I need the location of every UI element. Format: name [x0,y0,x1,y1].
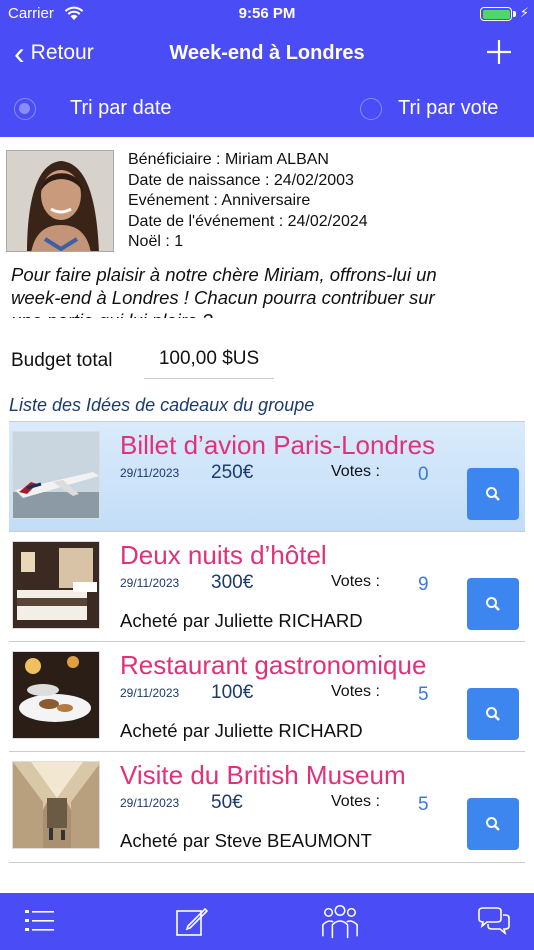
votes-count: 5 [418,794,429,815]
votes-label: Votes : [331,573,380,590]
back-label: Retour [30,41,94,64]
hotel-room-photo [12,541,100,629]
group-icon[interactable] [320,903,360,939]
beneficiary-name: Bénéficiaire : Miriam ALBAN [128,151,329,168]
gift-details-button[interactable] [467,468,519,520]
gift-row[interactable]: Deux nuits d’hôtel 29/11/2023 300€ Votes… [9,531,525,641]
sort-by-vote-option[interactable]: Tri par vote [360,97,498,120]
beneficiary-info: Bénéficiaire : Miriam ALBAN Date de nais… [128,150,368,253]
radio-selected-icon[interactable] [14,97,36,120]
gift-row[interactable]: Visite du British Museum 29/11/2023 50€ … [9,751,525,861]
event-type: Evénement : Anniversaire [128,192,311,209]
event-description: Pour faire plaisir à notre chère Miriam,… [11,264,437,318]
gift-price: 100€ [211,682,254,703]
list-divider [9,862,525,863]
chat-icon[interactable] [474,903,514,939]
add-button[interactable] [486,34,512,72]
gift-price: 250€ [211,462,254,483]
gift-date: 29/11/2023 [120,796,180,810]
chevron-left-icon: ‹ [14,35,25,71]
votes-label: Votes : [331,463,380,480]
budget-label: Budget total [11,350,113,371]
votes-count: 5 [418,684,429,705]
gift-list-title: Liste des Idées de cadeaux du groupe [9,395,315,415]
gift-name: Visite du British Museum [120,760,406,790]
budget-field[interactable]: 100,00 $US [144,346,274,379]
battery-cap [513,11,516,17]
gift-name: Restaurant gastronomique [120,650,427,680]
navigation-bar: ‹ Retour Week-end à Londres [0,28,534,82]
gift-row[interactable]: Restaurant gastronomique 29/11/2023 100€… [9,641,525,751]
clock: 9:56 PM [238,5,296,22]
sort-by-date-label: Tri par date [70,97,172,119]
gift-row[interactable]: Billet d’avion Paris-Londres 29/11/2023 … [9,421,525,531]
sort-by-date-option[interactable]: Tri par date [14,97,172,120]
gift-date: 29/11/2023 [120,466,180,480]
votes-label: Votes : [331,683,380,700]
sort-by-vote-label: Tri par vote [398,97,499,119]
noel-count: Noël : 1 [128,233,184,250]
gift-name: Billet d’avion Paris-Londres [120,430,436,460]
gift-date: 29/11/2023 [120,686,180,700]
edit-icon[interactable] [172,903,212,939]
votes-count: 9 [418,574,429,595]
airplane-photo [12,431,100,519]
birth-date: Date de naissance : 24/02/2003 [128,171,354,189]
gift-name: Deux nuits d’hôtel [120,540,327,570]
search-icon [486,707,500,721]
charging-icon: ⚡ [519,5,529,20]
gift-buyer: Acheté par Juliette RICHARD [120,610,363,631]
votes-count: 0 [418,464,429,485]
beneficiary-photo [6,150,114,252]
search-icon [486,597,500,611]
gift-price: 50€ [211,792,243,813]
museum-photo [12,761,100,849]
plus-icon [487,40,511,64]
radio-unselected-icon[interactable] [360,97,382,120]
back-button[interactable]: ‹ Retour [14,35,94,71]
votes-label: Votes : [331,793,380,810]
list-icon[interactable] [20,903,60,939]
gift-price: 300€ [211,572,254,593]
battery-icon [480,7,512,21]
event-date: Date de l'événement : 24/02/2024 [128,212,368,230]
tab-bar [0,893,534,950]
gift-details-button[interactable] [467,688,519,740]
gift-details-button[interactable] [467,798,519,850]
gift-buyer: Acheté par Steve BEAUMONT [120,830,372,851]
sort-bar: Tri par date Tri par vote [0,82,534,137]
search-icon [486,487,500,501]
gift-date: 29/11/2023 [120,576,180,590]
status-bar: Carrier 9:56 PM ⚡ [0,0,534,28]
search-icon [486,817,500,831]
gift-details-button[interactable] [467,578,519,630]
gift-buyer: Acheté par Juliette RICHARD [120,720,363,741]
restaurant-photo [12,651,100,739]
